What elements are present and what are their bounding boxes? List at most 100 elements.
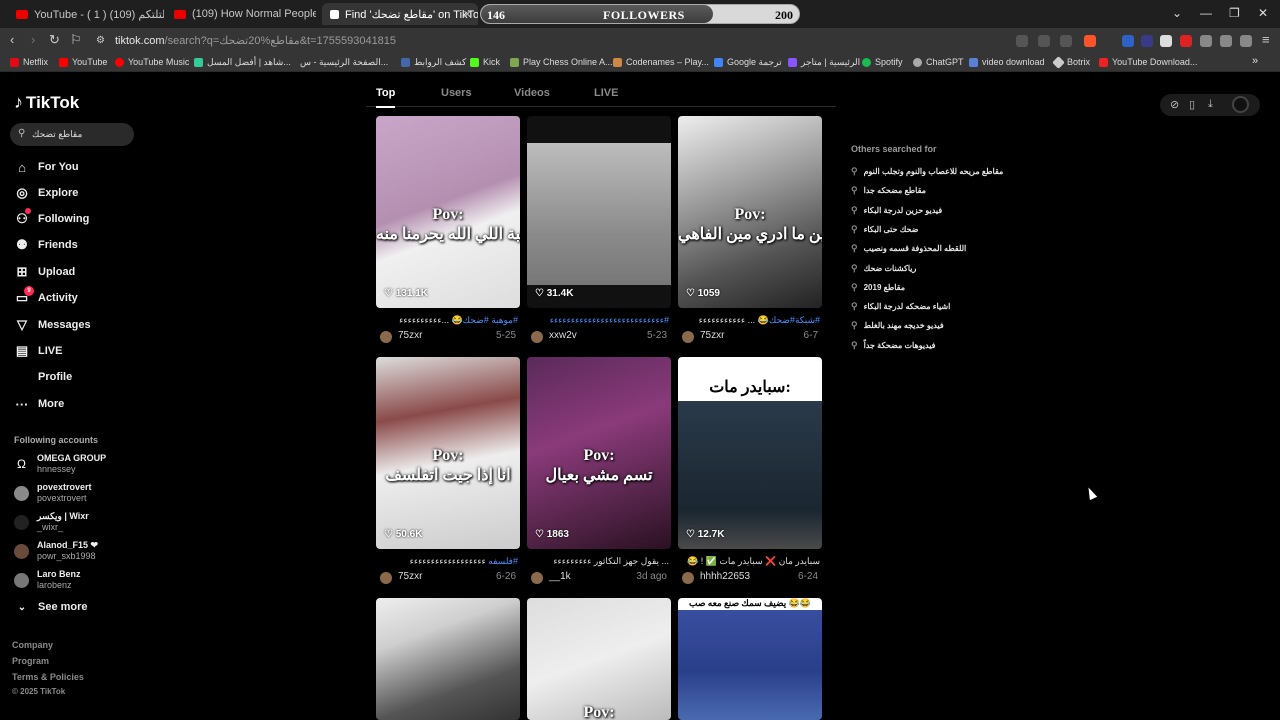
- bookmark-stores[interactable]: الرئيسية | متاجر: [788, 57, 860, 68]
- sidebar-item-messages[interactable]: ▽ Messages: [14, 315, 91, 335]
- url-field[interactable]: tiktok.com/search?q=مقاطع%20تضحك&t=17555…: [115, 34, 396, 47]
- bookmark-youtube[interactable]: YouTube: [59, 57, 107, 67]
- site-info-icon[interactable]: ⚙: [96, 35, 105, 46]
- sidebar-item-explore[interactable]: ◎ Explore: [14, 183, 78, 203]
- suggested-search[interactable]: ⚲ فيديو حزين لدرجة البكاء: [851, 205, 942, 216]
- tab-top[interactable]: Top: [376, 87, 396, 108]
- phone-icon[interactable]: ▯: [1189, 98, 1195, 111]
- avatar[interactable]: [1232, 96, 1249, 113]
- browser-tab-tiktok[interactable]: Find 'مقاطع تضحك' on TikTok ✕: [322, 3, 478, 25]
- download-app-icon[interactable]: ⤓: [1208, 98, 1213, 111]
- bookmark-chess[interactable]: Play Chess Online A...: [510, 57, 613, 67]
- bookmark-codenames[interactable]: Codenames – Play...: [613, 57, 709, 67]
- bookmark-icon[interactable]: ⚐: [70, 32, 82, 48]
- video-thumbnail[interactable]: Pov: تسم مشي بعيال ♡ 1863: [527, 357, 671, 549]
- sidebar-item-upload[interactable]: ⊞ Upload: [14, 262, 76, 282]
- suggested-search[interactable]: ⚲ فيديو خديجه مهند بالغلط: [851, 320, 944, 331]
- video-owner-row[interactable]: __1k 3d ago: [531, 569, 671, 585]
- footer-program[interactable]: Program: [12, 656, 49, 666]
- bookmark-botrix[interactable]: Botrix: [1052, 55, 1090, 69]
- bookmark-spotify[interactable]: Spotify: [862, 57, 903, 67]
- sidebar-item-live[interactable]: ▤ LIVE: [14, 341, 63, 361]
- bookmark-chatgpt[interactable]: ChatGPT: [913, 57, 964, 67]
- extension-icon[interactable]: [1122, 35, 1134, 47]
- close-tab-icon[interactable]: ✕: [463, 8, 472, 21]
- more-bookmarks-icon[interactable]: »: [1252, 55, 1258, 67]
- cast-icon[interactable]: [1038, 35, 1050, 47]
- share-icon[interactable]: [1060, 35, 1072, 47]
- video-owner-row[interactable]: hhhh22653 6-24: [682, 569, 822, 585]
- see-more-button[interactable]: ⌄ See more: [14, 597, 88, 617]
- video-caption[interactable]: #موهبة #ضحك😂 ...ءءءءءءءءءء: [380, 315, 518, 326]
- video-thumbnail[interactable]: [376, 598, 520, 720]
- tab-live[interactable]: LIVE: [594, 87, 618, 99]
- suggested-search[interactable]: ⚲ اشياء مضحكه لدرجة البكاء: [851, 301, 950, 312]
- menu-icon[interactable]: ≡: [1262, 32, 1270, 47]
- tab-search-chevron-icon[interactable]: ⌄: [1172, 6, 1182, 20]
- extension-icon[interactable]: [1160, 35, 1172, 47]
- extensions-puzzle-icon[interactable]: [1200, 35, 1212, 47]
- restore-icon[interactable]: ❐: [1229, 6, 1240, 20]
- bookmark-yt-download[interactable]: YouTube Download...: [1099, 57, 1197, 67]
- sidebar-item-for-you[interactable]: ⌂ For You: [14, 157, 78, 177]
- bookmark-netflix[interactable]: Netflix: [10, 57, 48, 67]
- bookmark-shahid[interactable]: شاهد | أفضل المسل...: [194, 57, 291, 68]
- sidebar-item-more[interactable]: ··· More: [14, 394, 65, 414]
- reload-icon[interactable]: ↻: [49, 32, 60, 48]
- brave-shield-icon[interactable]: [1084, 35, 1096, 47]
- video-owner-row[interactable]: 75zxr 6-26: [380, 569, 520, 585]
- video-thumbnail[interactable]: Pov: للحين ما ادري مين الفاهي ♡ 1059: [678, 116, 822, 308]
- video-thumbnail[interactable]: سبايدر مات: ♡ 12.7K: [678, 357, 822, 549]
- footer-company[interactable]: Company: [12, 640, 53, 650]
- browser-tab-youtube-2[interactable]: (109) How Normal People Use C: [166, 3, 316, 25]
- download-icon[interactable]: [1240, 35, 1252, 47]
- bookmark-links[interactable]: كشف الروابط: [401, 57, 466, 68]
- bookmark-translate[interactable]: Google ترجمة: [714, 57, 782, 68]
- search-input[interactable]: ⚲ مقاطع تضحك: [10, 123, 134, 146]
- video-thumbnail[interactable]: Pov: وهبة اللي الله يحرمنا منه ♡ 131.1K: [376, 116, 520, 308]
- reader-icon[interactable]: [1016, 35, 1028, 47]
- suggested-search[interactable]: ⚲ اللقطه المحذوفة قسمه ونصيب: [851, 243, 966, 254]
- forward-icon[interactable]: ›: [31, 32, 35, 47]
- following-account[interactable]: ويكسر | Wixr _wixr_: [14, 510, 134, 536]
- compass-tool-icon[interactable]: ⊘: [1170, 98, 1179, 111]
- close-window-icon[interactable]: ✕: [1258, 6, 1268, 20]
- bookmark-youtube-music[interactable]: YouTube Music: [115, 57, 189, 67]
- video-thumbnail[interactable]: ♡ 31.4K: [527, 116, 671, 308]
- video-owner-row[interactable]: 75zxr 6-7: [682, 328, 822, 344]
- video-thumbnail[interactable]: يضيف سمك صنع معه صب 😂😂: [678, 598, 822, 720]
- extension-icon[interactable]: [1141, 35, 1153, 47]
- suggested-search[interactable]: ⚲ مقاطع مضحكه جدا: [851, 185, 926, 196]
- bookmark-home[interactable]: الصفحة الرئيسية - س...: [300, 57, 388, 68]
- video-caption[interactable]: سبايدر مان ❌ سبايدر مات ✅ ! 😂: [682, 556, 820, 567]
- tab-videos[interactable]: Videos: [514, 87, 550, 99]
- suggested-search[interactable]: ⚲ فيديوهات مضحكة جداً: [851, 340, 935, 351]
- video-caption[interactable]: #شبكة#ضحك😂 ... ءءءءءءءءءءء: [682, 315, 820, 326]
- sidebar-icon[interactable]: [1220, 35, 1232, 47]
- browser-tab-youtube[interactable]: YouTube - ( 1 ) اسلتلتكم (109): [8, 3, 164, 25]
- suggested-search[interactable]: ⚲ ضحك حتى البكاء: [851, 224, 918, 235]
- suggested-search[interactable]: ⚲ مقاطع مريحه للاعصاب والنوم وتجلب النوم: [851, 166, 1003, 177]
- following-account[interactable]: povextrovert povextrovert: [14, 481, 134, 507]
- following-account[interactable]: Alanod_F15 ❤ powr_sxb1998: [14, 539, 134, 565]
- sidebar-item-profile[interactable]: Profile: [14, 367, 72, 387]
- tab-users[interactable]: Users: [441, 87, 472, 99]
- suggested-search[interactable]: ⚲ رياكشنات ضحك: [851, 263, 916, 274]
- sidebar-item-following[interactable]: ⚇ Following: [14, 208, 89, 229]
- bookmark-video-download[interactable]: video download: [969, 57, 1045, 67]
- sidebar-item-friends[interactable]: ⚉ Friends: [14, 235, 78, 255]
- video-owner-row[interactable]: xxw2v 5-23: [531, 328, 671, 344]
- video-thumbnail[interactable]: Pov: انا إذا جيت اتفلسف ♡ 50.6K: [376, 357, 520, 549]
- video-thumbnail[interactable]: Pov:: [527, 598, 671, 720]
- video-caption[interactable]: #فلسفه ءءءءءءءءءءءءءءءءءء: [380, 556, 518, 567]
- sidebar-item-activity[interactable]: ▭ 9 Activity: [14, 286, 78, 308]
- back-icon[interactable]: ‹: [10, 32, 14, 47]
- video-caption[interactable]: #ءءءءءءءءءءءءءءءءءءءءءءءءءءء: [531, 315, 669, 326]
- following-account[interactable]: Laro Benz larobenz: [14, 568, 134, 594]
- following-account[interactable]: Ω OMEGA GROUP hnnessey: [14, 452, 134, 478]
- extension-icon[interactable]: [1180, 35, 1192, 47]
- video-caption[interactable]: ... يقول جهز التكاثور ءءءءءءءءء: [531, 556, 669, 567]
- tiktok-logo[interactable]: ♪ TikTok: [14, 92, 79, 113]
- suggested-search[interactable]: ⚲ مقاطع 2019: [851, 282, 905, 293]
- bookmark-kick[interactable]: Kick: [470, 57, 500, 67]
